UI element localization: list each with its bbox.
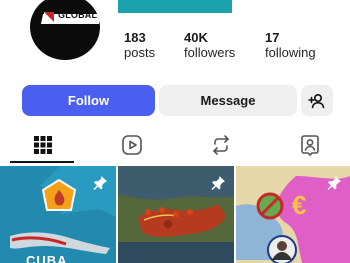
posts-grid: CUBA € [0, 166, 350, 263]
stat-posts[interactable]: 183 posts [124, 30, 155, 61]
message-button[interactable]: Message [159, 85, 297, 116]
stat-following[interactable]: 17 following [265, 30, 316, 61]
add-user-button[interactable] [301, 85, 333, 116]
post-tile[interactable]: € [236, 166, 350, 263]
tab-tagged[interactable] [290, 128, 330, 162]
post-tile[interactable] [118, 166, 234, 263]
following-count: 17 [265, 30, 280, 45]
header-banner [118, 0, 232, 13]
posts-count: 183 [124, 30, 146, 45]
posts-label: posts [124, 45, 156, 60]
avatar-logo-text: GLOBAL [58, 10, 98, 20]
add-user-icon [308, 93, 325, 108]
followers-label: followers [184, 45, 236, 60]
post-tile[interactable]: CUBA [0, 166, 116, 263]
avatar[interactable]: GLOBAL [30, 0, 100, 60]
reels-icon [122, 135, 142, 155]
pin-icon [327, 176, 341, 190]
stat-followers[interactable]: 40K followers [184, 30, 235, 61]
pin-icon [211, 176, 225, 190]
followers-count: 40K [184, 30, 208, 45]
grid-icon [34, 136, 52, 154]
tab-reposts[interactable] [201, 128, 241, 162]
tab-grid[interactable] [23, 128, 63, 162]
tagged-icon [301, 135, 319, 156]
reposts-icon [213, 135, 229, 155]
tab-selected-indicator [10, 161, 74, 163]
pin-icon [93, 176, 107, 190]
logo-mark-icon [44, 12, 54, 22]
tab-reels[interactable] [112, 128, 152, 162]
follow-button[interactable]: Follow [22, 85, 155, 116]
post-caption: CUBA [26, 253, 68, 263]
following-label: following [265, 45, 316, 60]
svg-text:€: € [292, 190, 306, 220]
